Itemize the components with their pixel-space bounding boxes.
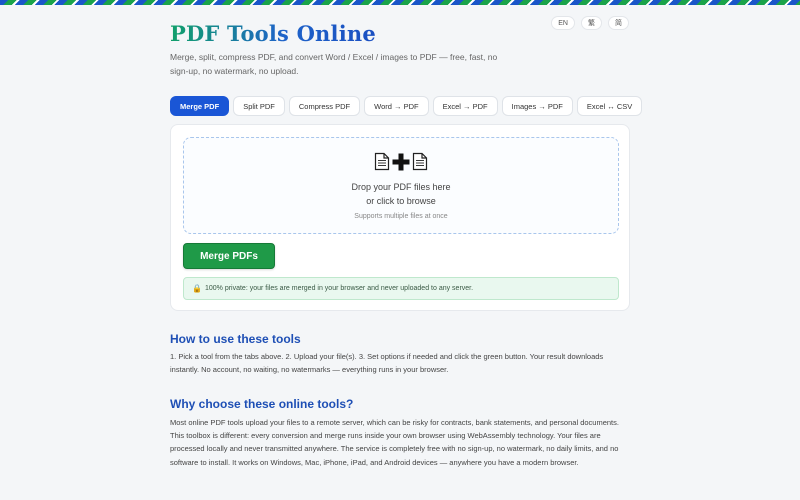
lang-button-en[interactable]: EN	[551, 16, 575, 30]
lock-icon: 🔒	[192, 284, 202, 293]
lang-button-simplified-chinese[interactable]: 简	[608, 16, 629, 30]
dropzone-icons	[184, 152, 618, 171]
privacy-text: 100% private: your files are merged in y…	[204, 285, 474, 292]
tab-excel-csv[interactable]: Excel ↔ CSV	[576, 96, 643, 116]
tab-word-to-pdf[interactable]: Word → PDF	[364, 96, 429, 116]
why-choose-text: Most online PDF tools upload your files …	[170, 418, 619, 467]
tab-merge-pdf[interactable]: Merge PDF	[170, 96, 230, 116]
lang-button-traditional-chinese[interactable]: 繁	[581, 16, 602, 30]
dropzone-primary-text: Drop your PDF files here	[351, 182, 451, 192]
tool-tabs: Merge PDF Split PDF Compress PDF Word → …	[170, 96, 643, 116]
merge-tool-card: Drop your PDF files here or click to bro…	[170, 124, 630, 311]
plus-icon	[392, 153, 410, 170]
document-icon	[412, 152, 428, 171]
tab-excel-to-pdf[interactable]: Excel → PDF	[432, 96, 498, 116]
tab-images-to-pdf[interactable]: Images → PDF	[501, 96, 573, 116]
how-to-text: 1. Pick a tool from the tabs above. 2. U…	[170, 352, 604, 375]
how-to-heading: How to use these tools	[170, 332, 301, 346]
dropzone-hint: Supports multiple files at once	[354, 213, 448, 220]
why-choose-heading: Why choose these online tools?	[170, 397, 354, 411]
dropzone-secondary-text: or click to browse	[366, 196, 436, 206]
page-title: PDF Tools Online	[170, 21, 376, 46]
tab-split-pdf[interactable]: Split PDF	[233, 96, 285, 116]
top-decorative-stripe	[0, 0, 800, 5]
file-dropzone[interactable]: Drop your PDF files here or click to bro…	[183, 137, 619, 234]
merge-pdfs-button[interactable]: Merge PDFs	[183, 243, 275, 269]
language-switcher: EN 繁 简	[551, 16, 629, 30]
tab-compress-pdf[interactable]: Compress PDF	[288, 96, 361, 116]
page-subtitle: Merge, split, compress PDF, and convert …	[170, 52, 498, 76]
privacy-notice: 🔒 100% private: your files are merged in…	[183, 277, 619, 300]
document-icon	[374, 152, 390, 171]
